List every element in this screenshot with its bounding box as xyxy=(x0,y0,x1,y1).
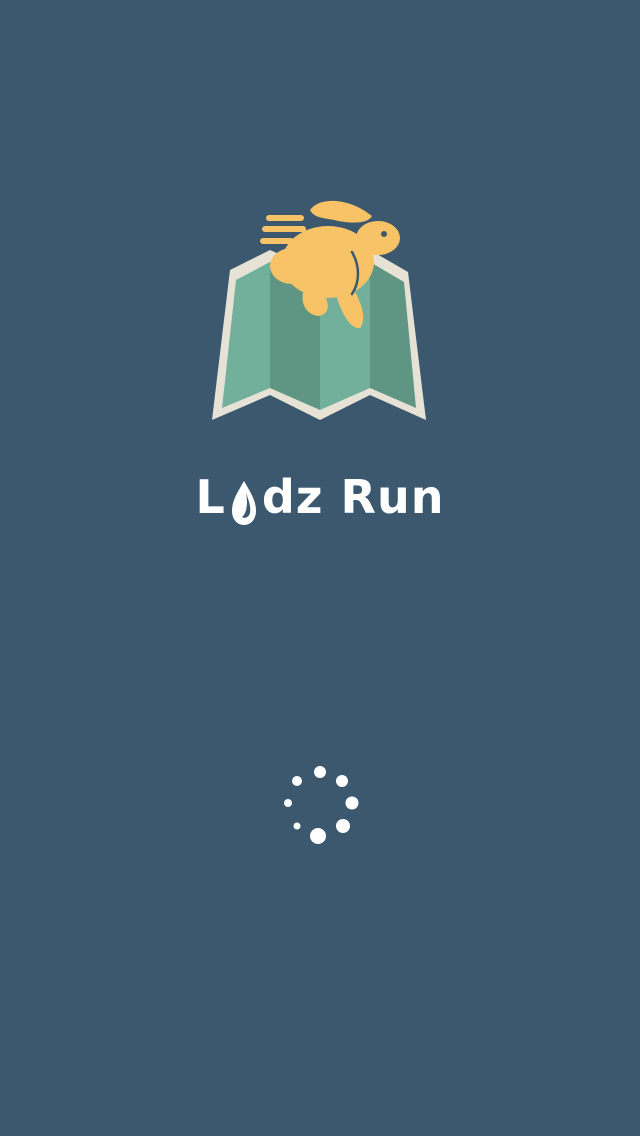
splash-screen: L dz Run xyxy=(0,0,640,1136)
app-title: L dz Run xyxy=(0,462,640,532)
rabbit-on-map-icon xyxy=(212,200,426,420)
app-title-suffix: dz Run xyxy=(261,470,445,524)
app-title-prefix: L xyxy=(195,470,226,524)
water-drop-icon xyxy=(231,481,256,525)
loading-spinner-icon xyxy=(284,766,359,844)
